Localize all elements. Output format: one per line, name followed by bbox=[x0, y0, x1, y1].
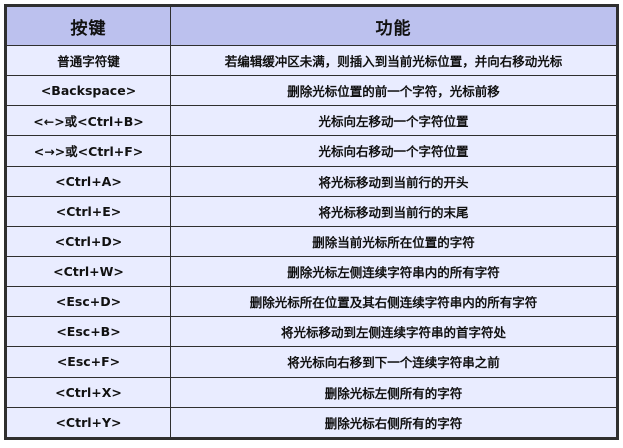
column-header-key: 按键 bbox=[6, 6, 171, 46]
table-row: <Ctrl+D> 删除当前光标所在位置的字符 bbox=[6, 225, 617, 257]
table-row: <Ctrl+Y> 删除光标右侧所有的字符 bbox=[6, 406, 617, 438]
function-cell: 将光标向右移到下一个连续字符串之前 bbox=[170, 346, 617, 378]
table-row: <→>或<Ctrl+F> 光标向右移动一个字符位置 bbox=[6, 135, 617, 167]
key-cell: <Ctrl+W> bbox=[6, 255, 171, 288]
table-row: <Esc+F> 将光标向右移到下一个连续字符串之前 bbox=[6, 346, 617, 378]
column-header-function: 功能 bbox=[170, 6, 617, 46]
key-cell: <Ctrl+A> bbox=[6, 165, 171, 197]
key-cell: <Ctrl+X> bbox=[6, 376, 171, 408]
shortcut-table-frame: 按键 功能 普通字符键 若编辑缓冲区未满，则插入到当前光标位置，并向右移动光标 … bbox=[4, 4, 619, 440]
function-cell: 删除光标左侧所有的字符 bbox=[170, 376, 617, 408]
table-row: <←>或<Ctrl+B> 光标向左移动一个字符位置 bbox=[6, 105, 617, 137]
key-cell: <Ctrl+E> bbox=[6, 195, 171, 227]
key-cell: <Esc+D> bbox=[6, 286, 171, 318]
key-cell: <Esc+B> bbox=[6, 316, 171, 348]
function-cell: 若编辑缓冲区未满，则插入到当前光标位置，并向右移动光标 bbox=[170, 44, 617, 77]
key-cell: <Ctrl+Y> bbox=[6, 406, 171, 438]
function-cell: 删除光标左侧连续字符串内的所有字符 bbox=[170, 255, 617, 288]
key-cell: <Backspace> bbox=[6, 75, 171, 107]
table-row: 普通字符键 若编辑缓冲区未满，则插入到当前光标位置，并向右移动光标 bbox=[6, 44, 617, 77]
table-row: <Backspace> 删除光标位置的前一个字符，光标前移 bbox=[6, 75, 617, 107]
table-row: <Ctrl+A> 将光标移动到当前行的开头 bbox=[6, 165, 617, 197]
key-cell: <→>或<Ctrl+F> bbox=[6, 135, 171, 167]
function-cell: 将光标移动到左侧连续字符串的首字符处 bbox=[170, 316, 617, 348]
function-cell: 删除光标位置的前一个字符，光标前移 bbox=[170, 75, 617, 107]
function-cell: 将光标移动到当前行的开头 bbox=[170, 165, 617, 197]
function-cell: 删除光标右侧所有的字符 bbox=[170, 406, 617, 438]
function-cell: 删除光标所在位置及其右侧连续字符串内的所有字符 bbox=[170, 286, 617, 318]
table-row: <Esc+D> 删除光标所在位置及其右侧连续字符串内的所有字符 bbox=[6, 286, 617, 318]
function-cell: 将光标移动到当前行的末尾 bbox=[170, 195, 617, 227]
table-header-row: 按键 功能 bbox=[6, 6, 617, 46]
table-row: <Esc+B> 将光标移动到左侧连续字符串的首字符处 bbox=[6, 316, 617, 348]
table-row: <Ctrl+W> 删除光标左侧连续字符串内的所有字符 bbox=[6, 255, 617, 288]
function-cell: 删除当前光标所在位置的字符 bbox=[170, 225, 617, 257]
key-cell: <Esc+F> bbox=[6, 346, 171, 378]
key-cell: <←>或<Ctrl+B> bbox=[6, 105, 171, 137]
table-row: <Ctrl+E> 将光标移动到当前行的末尾 bbox=[6, 195, 617, 227]
key-cell: 普通字符键 bbox=[6, 44, 171, 77]
shortcut-table: 按键 功能 普通字符键 若编辑缓冲区未满，则插入到当前光标位置，并向右移动光标 … bbox=[6, 6, 617, 438]
function-cell: 光标向右移动一个字符位置 bbox=[170, 135, 617, 167]
key-cell: <Ctrl+D> bbox=[6, 225, 171, 257]
function-cell: 光标向左移动一个字符位置 bbox=[170, 105, 617, 137]
table-row: <Ctrl+X> 删除光标左侧所有的字符 bbox=[6, 376, 617, 408]
